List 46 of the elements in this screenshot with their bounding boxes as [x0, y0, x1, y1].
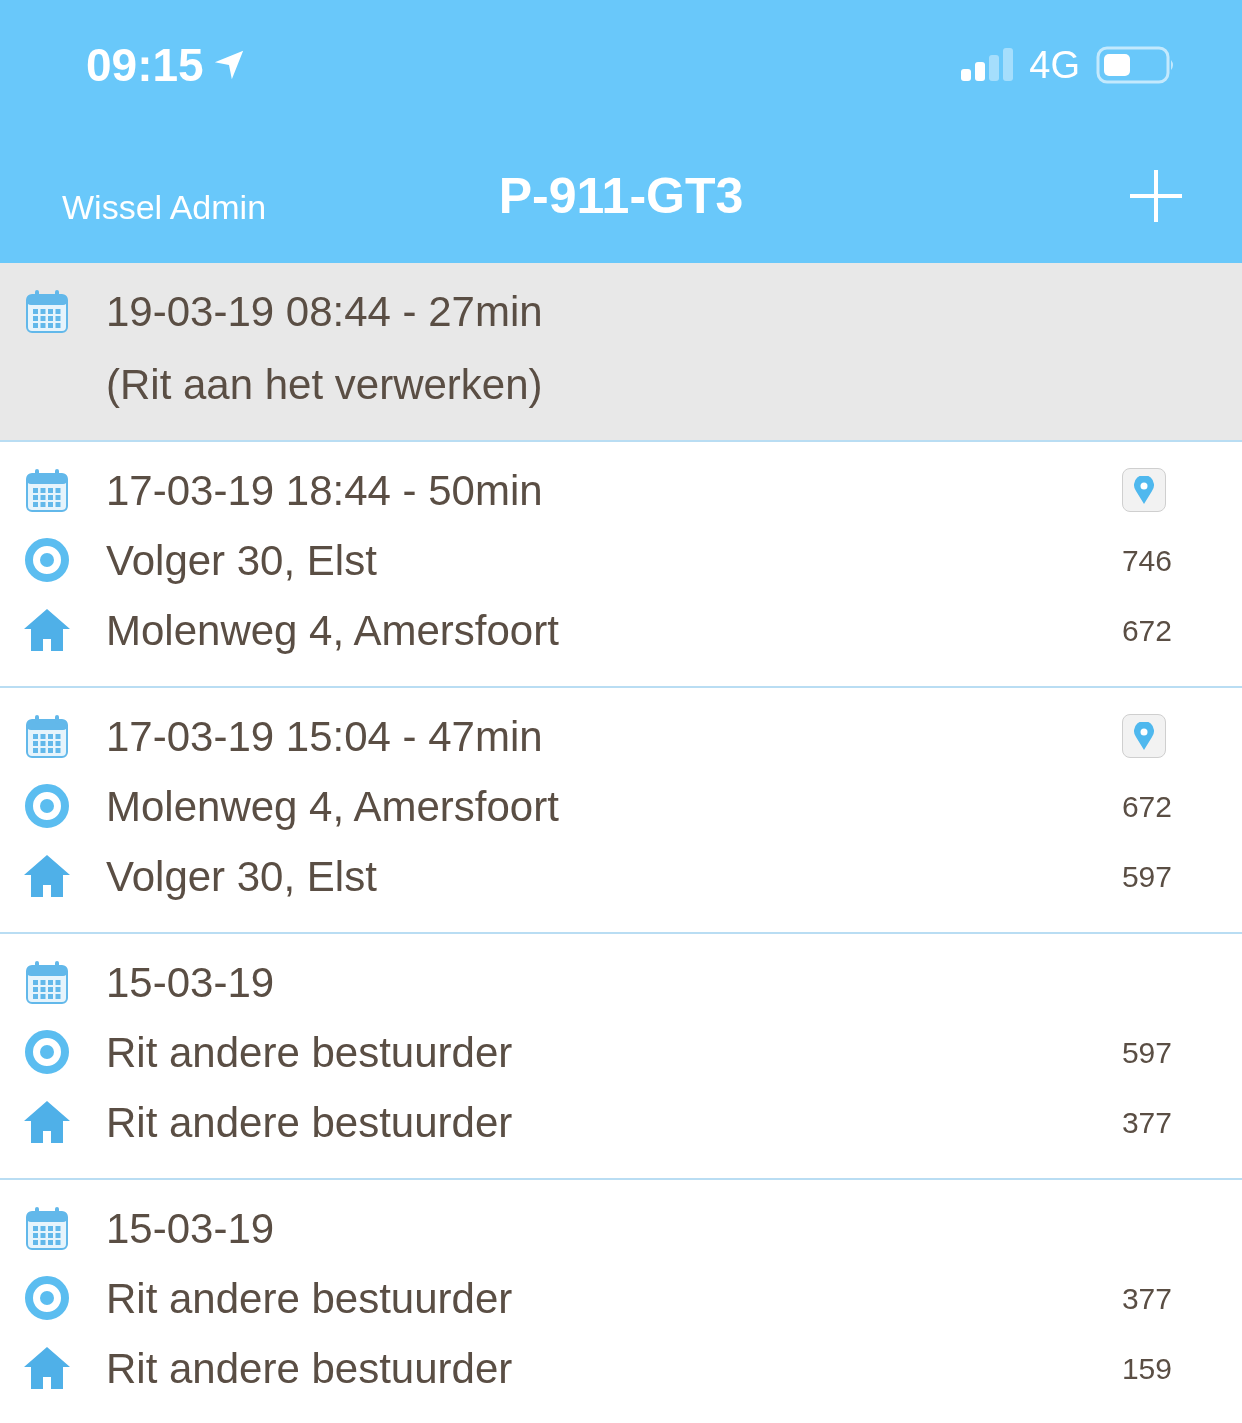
target-icon	[23, 1274, 71, 1322]
map-pin-icon	[1134, 476, 1154, 504]
processing-trip-row[interactable]: 19-03-19 08:44 - 27min (Rit aan het verwerken)	[0, 263, 1242, 442]
calendar-icon	[26, 960, 68, 1004]
trip-text: Molenweg 4, Amersfoort	[106, 781, 560, 832]
trip-text: Rit andere bestuurder	[106, 1273, 514, 1324]
status-time: 09:15	[86, 37, 204, 93]
house-icon	[24, 855, 70, 897]
trip-text: (Rit aan het verwerken)	[106, 359, 544, 410]
trip-text: 15-03-19	[106, 957, 276, 1008]
battery-icon	[1096, 45, 1176, 85]
odometer-reading: 377	[1121, 1104, 1172, 1141]
map-button[interactable]	[1122, 714, 1166, 758]
target-icon	[23, 1028, 71, 1076]
house-icon	[24, 1101, 70, 1143]
trip-text: Rit andere bestuurder	[106, 1097, 514, 1148]
map-button[interactable]	[1122, 468, 1166, 512]
target-icon	[23, 536, 71, 584]
house-icon	[24, 1347, 70, 1389]
add-button[interactable]	[1128, 168, 1184, 224]
house-icon	[24, 609, 70, 651]
trip-text: 17-03-19 18:44 - 50min	[106, 465, 544, 516]
odometer-reading: 597	[1121, 858, 1172, 895]
trip-text: Rit andere bestuurder	[106, 1027, 514, 1078]
odometer-reading: 672	[1121, 612, 1172, 649]
odometer-reading: 159	[1121, 1350, 1172, 1387]
map-pin-icon	[1134, 722, 1154, 750]
plus-icon	[1130, 170, 1182, 222]
calendar-icon	[26, 468, 68, 512]
target-icon	[23, 782, 71, 830]
trip-text: Volger 30, Elst	[106, 535, 378, 586]
calendar-icon	[26, 1206, 68, 1250]
trip-text: 19-03-19 08:44 - 27min	[106, 286, 544, 337]
trip-text: Molenweg 4, Amersfoort	[106, 605, 560, 656]
calendar-icon	[26, 289, 68, 333]
calendar-icon	[26, 714, 68, 758]
trip-text: Rit andere bestuurder	[106, 1343, 514, 1394]
trip-text: 15-03-19	[106, 1203, 276, 1254]
network-label: 4G	[1029, 42, 1080, 88]
nav-title: P-911-GT3	[498, 167, 744, 226]
odometer-reading: 672	[1121, 788, 1172, 825]
odometer-reading: 597	[1121, 1034, 1172, 1071]
odometer-reading: 377	[1121, 1280, 1172, 1317]
trip-text: Volger 30, Elst	[106, 851, 378, 902]
trip-text: 17-03-19 15:04 - 47min	[106, 711, 544, 762]
odometer-reading: 746	[1121, 542, 1172, 579]
